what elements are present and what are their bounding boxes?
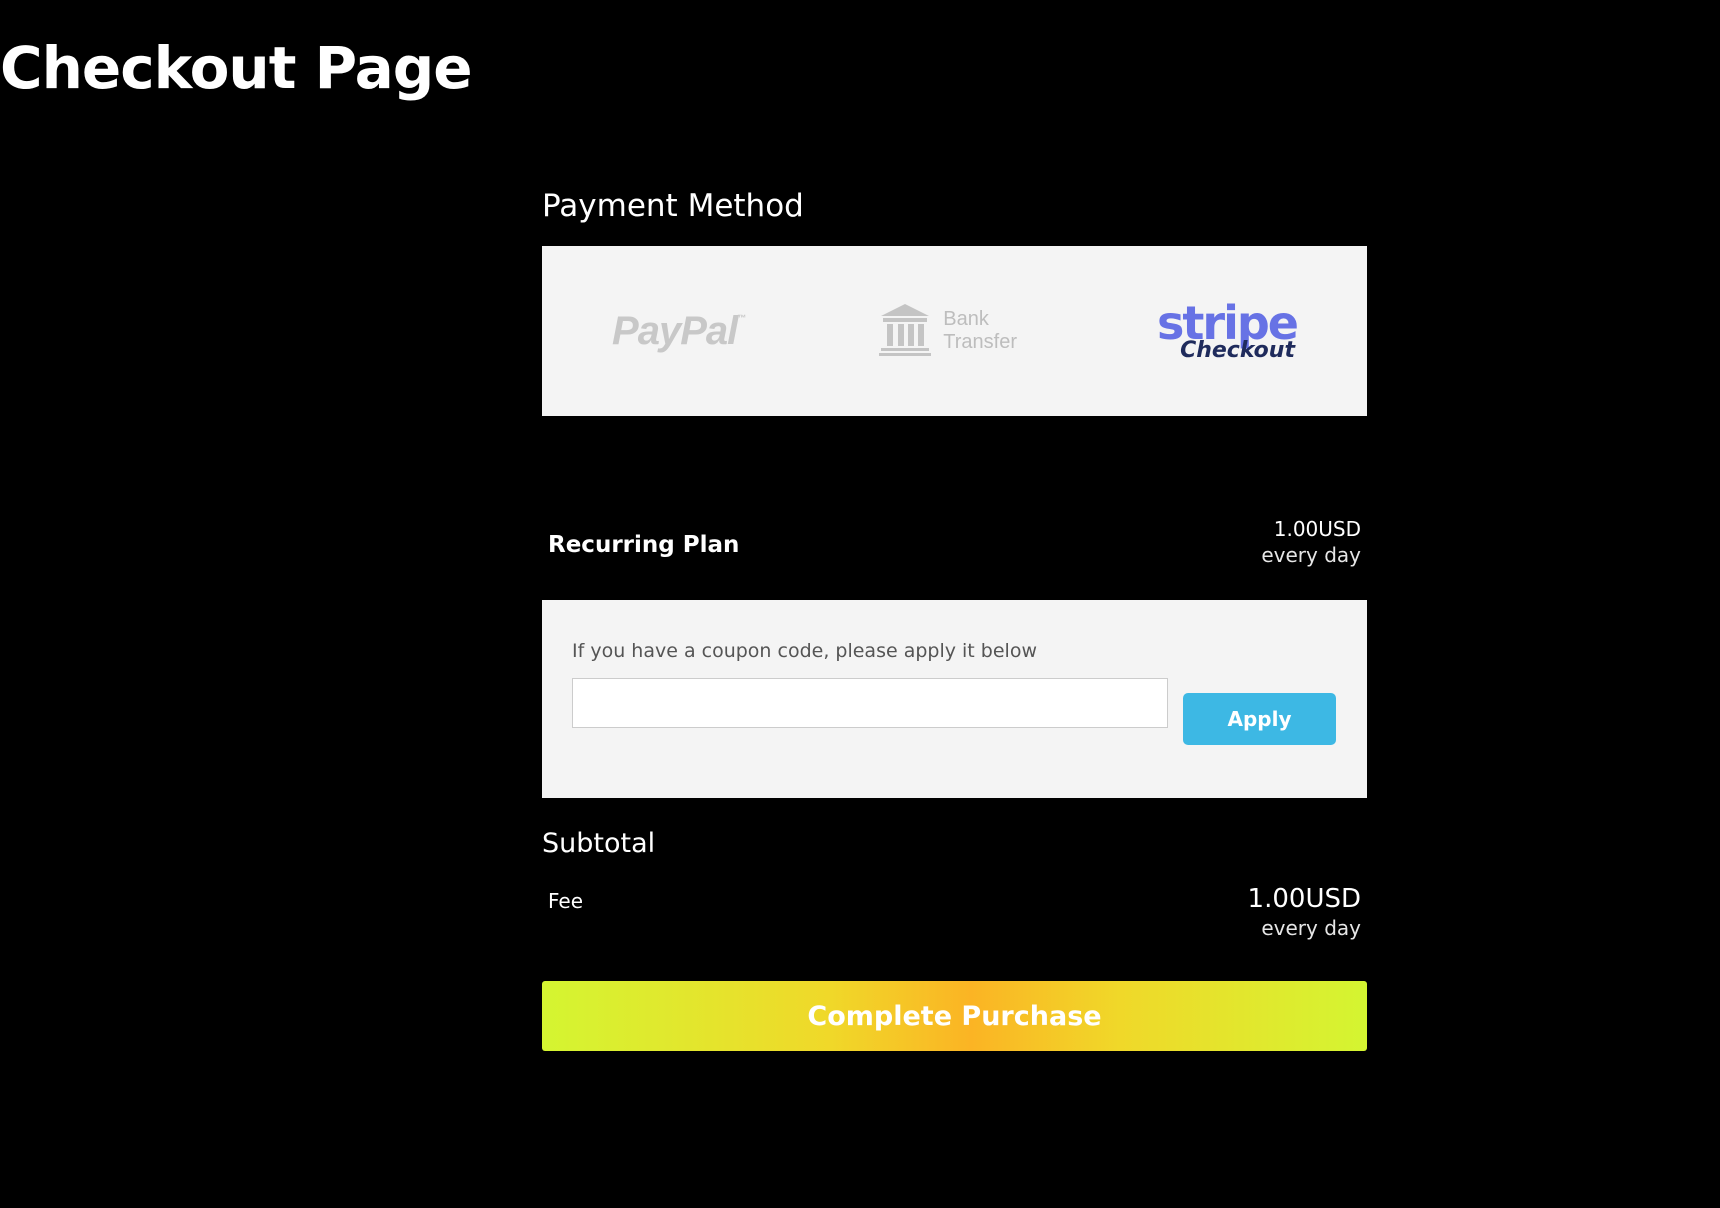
plan-summary: Recurring Plan 1.00USD every day <box>542 516 1367 568</box>
complete-purchase-button[interactable]: Complete Purchase <box>542 981 1367 1051</box>
plan-amount: 1.00USD <box>1273 517 1361 541</box>
payment-method-selector: PayPal ™ Bank Transfer stripe Checkout <box>542 246 1367 416</box>
paypal-logo: PayPal ™ <box>612 308 746 353</box>
stripe-checkout-logo: stripe Checkout <box>1157 296 1299 363</box>
plan-name: Recurring Plan <box>548 532 740 558</box>
fee-label: Fee <box>548 889 584 913</box>
coupon-section: If you have a coupon code, please apply … <box>542 600 1367 798</box>
checkout-form: Payment Method PayPal ™ Bank Transfer st… <box>542 188 1367 1051</box>
fee-period: every day <box>1261 916 1361 940</box>
subtotal-heading: Subtotal <box>542 828 656 859</box>
payment-method-heading: Payment Method <box>542 188 804 224</box>
fee-amount: 1.00USD <box>1247 884 1361 914</box>
coupon-label: If you have a coupon code, please apply … <box>572 640 1037 662</box>
apply-coupon-button[interactable]: Apply <box>1183 693 1336 745</box>
payment-option-bank-transfer[interactable]: Bank Transfer <box>877 301 1017 362</box>
plan-period: every day <box>1261 543 1361 567</box>
payment-option-stripe[interactable]: stripe Checkout <box>1157 296 1299 363</box>
payment-option-paypal[interactable]: PayPal ™ <box>612 308 746 354</box>
fee-row: Fee 1.00USD every day <box>542 883 1367 941</box>
bank-icon <box>877 301 933 362</box>
bank-transfer-label: Bank Transfer <box>943 308 1017 353</box>
coupon-input[interactable] <box>572 678 1168 728</box>
fee-price: 1.00USD every day <box>1248 883 1361 941</box>
page-title: Checkout Page <box>0 34 473 102</box>
plan-price: 1.00USD every day <box>1261 516 1361 568</box>
